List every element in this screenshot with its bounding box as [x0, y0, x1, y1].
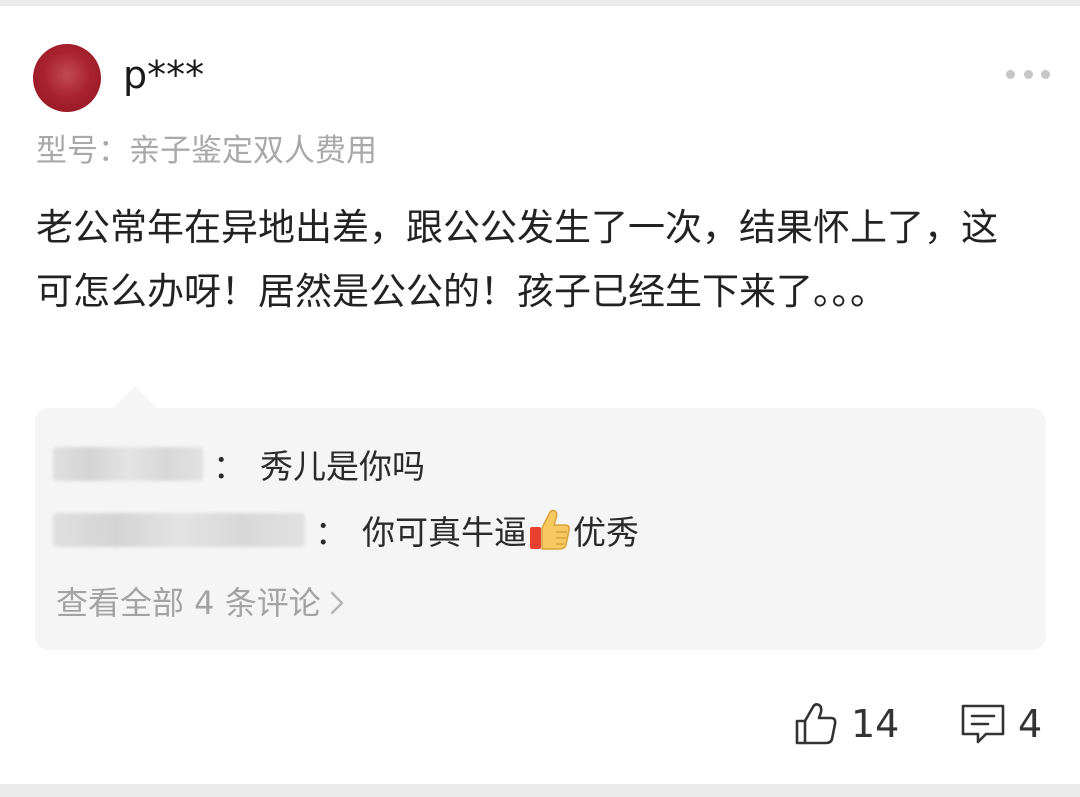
like-button[interactable]: 14: [793, 696, 899, 752]
reply-box[interactable]: ： 秀儿是你吗 ： 你可真牛逼 优秀 查看全部 4 条评论: [35, 386, 1046, 650]
more-dots-icon[interactable]: [1006, 68, 1050, 80]
comment-icon: [961, 704, 1005, 744]
reply-colon: ：: [315, 513, 348, 552]
username[interactable]: p***: [123, 50, 204, 100]
avatar[interactable]: [33, 44, 101, 112]
reply-item[interactable]: ： 秀儿是你吗: [53, 440, 425, 488]
thumbs-up-emoji-icon: [530, 509, 570, 550]
comment-count: 4: [1018, 702, 1043, 746]
chevron-right-icon: [330, 591, 343, 615]
model-label: 型号：: [36, 133, 129, 169]
review-content: 老公常年在异地出差，跟公公发生了一次，结果怀上了，这可怎么办呀！居然是公公的！孩…: [36, 206, 998, 313]
reply-text: 你可真牛逼: [362, 513, 527, 552]
reply-text: 秀儿是你吗: [260, 447, 425, 486]
reply-item[interactable]: ： 你可真牛逼 优秀: [53, 506, 639, 554]
like-count: 14: [851, 702, 900, 746]
blurred-username: [53, 447, 203, 481]
reply-colon: ：: [213, 447, 246, 486]
view-all-label: 查看全部 4 条评论: [56, 584, 321, 622]
thumbs-up-icon: [795, 703, 837, 745]
model-value: 亲子鉴定双人费用: [129, 133, 377, 169]
view-all-comments-link[interactable]: 查看全部 4 条评论: [56, 580, 347, 626]
blurred-username: [53, 513, 305, 547]
product-model: 型号：亲子鉴定双人费用: [36, 128, 377, 174]
reply-text-after: 优秀: [573, 513, 639, 552]
review-card: p*** 型号：亲子鉴定双人费用 老公常年在异地出差，跟公公发生了一次，结果怀上…: [0, 6, 1080, 784]
comment-button[interactable]: 4: [960, 696, 1042, 752]
